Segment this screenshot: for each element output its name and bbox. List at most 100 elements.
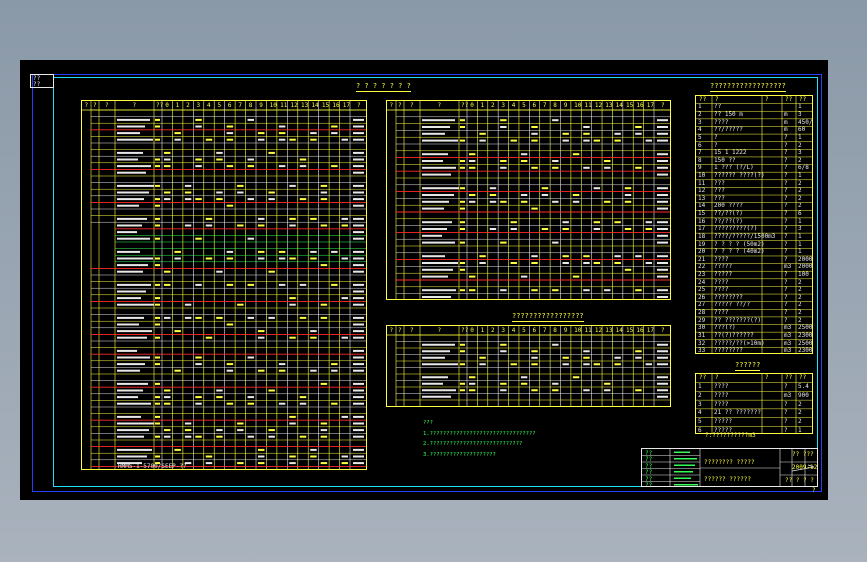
cell-value: ? xyxy=(784,400,788,408)
cell-text xyxy=(422,166,456,169)
sheet-number: ? xyxy=(812,487,816,494)
cell-text xyxy=(422,228,447,230)
cell-text xyxy=(237,191,244,194)
cell-text xyxy=(155,204,160,207)
cell-text xyxy=(624,200,632,203)
cell-text xyxy=(353,158,364,161)
cell-value: 2 xyxy=(698,111,702,119)
cell-text xyxy=(657,153,668,156)
col-header: 11 xyxy=(280,102,288,109)
cell-text xyxy=(657,268,668,271)
cell-text xyxy=(510,262,517,264)
cell-text xyxy=(353,224,364,227)
cell-text xyxy=(479,356,486,359)
cell-text xyxy=(258,336,265,339)
cell-value: ??? xyxy=(714,179,725,187)
cell-text xyxy=(531,356,538,359)
cell-text xyxy=(520,160,528,162)
cell-value: 6 xyxy=(798,210,802,218)
cell-value: ???????? xyxy=(714,347,743,354)
small-table-title: ?????? xyxy=(735,361,761,371)
cell-value: ???? xyxy=(714,309,729,317)
col-header: ? xyxy=(765,374,769,382)
cell-value: 15 1 1222 xyxy=(714,149,747,157)
cell-value: 2 xyxy=(798,293,802,301)
cell-text xyxy=(657,343,668,346)
cell-text xyxy=(353,336,364,339)
cell-text xyxy=(278,402,286,405)
note-line-1: 1.???????????????????????????????? xyxy=(423,431,536,437)
cell-value: ? xyxy=(784,232,788,240)
cell-text xyxy=(520,382,528,385)
cell-text xyxy=(645,228,652,230)
cell-text xyxy=(278,369,286,372)
cell-text xyxy=(278,250,286,253)
cell-value: ???? xyxy=(714,255,729,263)
cell-text xyxy=(583,262,590,264)
cell-text xyxy=(469,166,476,169)
col-header: 6 xyxy=(532,102,537,109)
cell-value: 2 xyxy=(798,141,802,149)
cell-text xyxy=(155,198,160,201)
cell-value: ? xyxy=(784,271,788,278)
cell-value: 2 xyxy=(798,417,802,425)
cell-text xyxy=(216,389,223,392)
cell-text xyxy=(174,448,181,451)
col-header: 14 xyxy=(615,102,623,109)
cell-text xyxy=(155,264,160,267)
cell-text xyxy=(331,125,338,128)
cell-text xyxy=(117,283,151,286)
cell-text xyxy=(155,382,160,385)
cell-value: ? xyxy=(784,194,788,202)
cell-text xyxy=(247,165,254,168)
cell-text xyxy=(117,323,139,326)
cell-text xyxy=(117,389,143,392)
cell-text xyxy=(320,429,328,432)
material-table: ????????1??12?? 150 mm33????m450/24??/??… xyxy=(695,95,813,354)
cell-value: m3 xyxy=(784,331,792,339)
cell-value: ??/??(?) xyxy=(714,210,743,218)
cell-text xyxy=(657,356,668,359)
cell-text xyxy=(289,138,296,141)
cell-value: 900 xyxy=(798,391,809,399)
cell-value: 28 xyxy=(698,309,706,317)
cell-text xyxy=(226,257,234,260)
cell-text xyxy=(258,462,265,465)
cell-text xyxy=(614,221,621,224)
cell-value: ? xyxy=(784,309,788,317)
col-header: ? xyxy=(410,327,414,334)
cell-value: ? xyxy=(784,187,788,195)
col-header: 9 xyxy=(563,327,568,334)
cell-text xyxy=(531,132,538,135)
cell-text xyxy=(226,363,234,366)
cell-text xyxy=(353,165,364,168)
cell-value: 2 xyxy=(698,391,702,399)
cell-text xyxy=(531,166,538,169)
cell-text xyxy=(353,415,364,418)
col-header: ? xyxy=(357,102,361,109)
signature-mark xyxy=(674,464,695,466)
col-header: 2 xyxy=(490,327,495,334)
cell-text xyxy=(572,153,580,156)
cell-text xyxy=(289,257,296,260)
cell-value: 1 xyxy=(698,103,702,111)
col-header: 8 xyxy=(553,327,557,334)
col-header: 0 xyxy=(470,327,474,334)
cell-text xyxy=(510,139,517,142)
cell-text xyxy=(353,402,364,405)
corner-box: ?? ?? xyxy=(30,74,54,88)
cell-text xyxy=(117,402,151,405)
cell-text xyxy=(422,234,442,237)
cell-value: m xyxy=(784,111,788,119)
cell-text xyxy=(247,396,254,399)
cell-value: ? xyxy=(784,286,788,294)
cell-text xyxy=(657,376,668,379)
cell-text xyxy=(117,151,143,154)
cell-text xyxy=(278,165,286,168)
col-header: 15 xyxy=(321,102,330,109)
cell-value: 17 xyxy=(698,225,706,233)
cell-text xyxy=(117,297,141,300)
cell-text xyxy=(289,297,296,300)
cell-text xyxy=(614,262,621,264)
col-header: 8 xyxy=(248,102,253,109)
